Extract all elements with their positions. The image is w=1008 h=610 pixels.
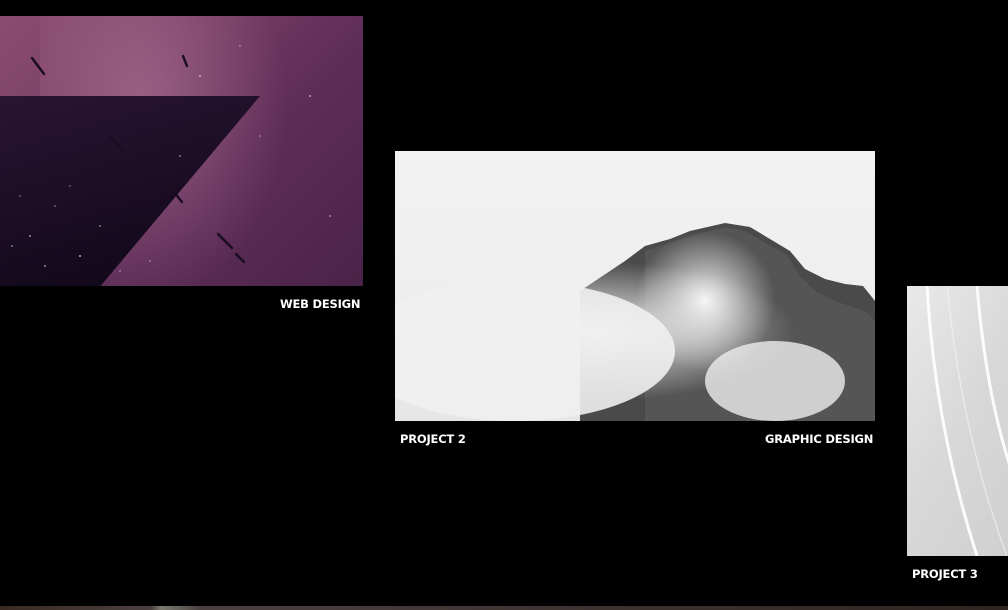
project-2-title: PROJECT 2 (400, 432, 466, 446)
project-3-title: PROJECT 3 (912, 567, 978, 581)
project-3-image[interactable] (907, 286, 1008, 556)
mountain-illustration (395, 223, 875, 421)
nebula-speckles (11, 45, 331, 272)
project-1-image[interactable] (0, 16, 363, 286)
white-curves-illustration (925, 286, 1008, 556)
footer-edge (0, 606, 1008, 610)
project-2-image[interactable] (395, 151, 875, 421)
project-2-category: GRAPHIC DESIGN (765, 432, 874, 446)
project-1-category: WEB DESIGN (280, 297, 361, 311)
